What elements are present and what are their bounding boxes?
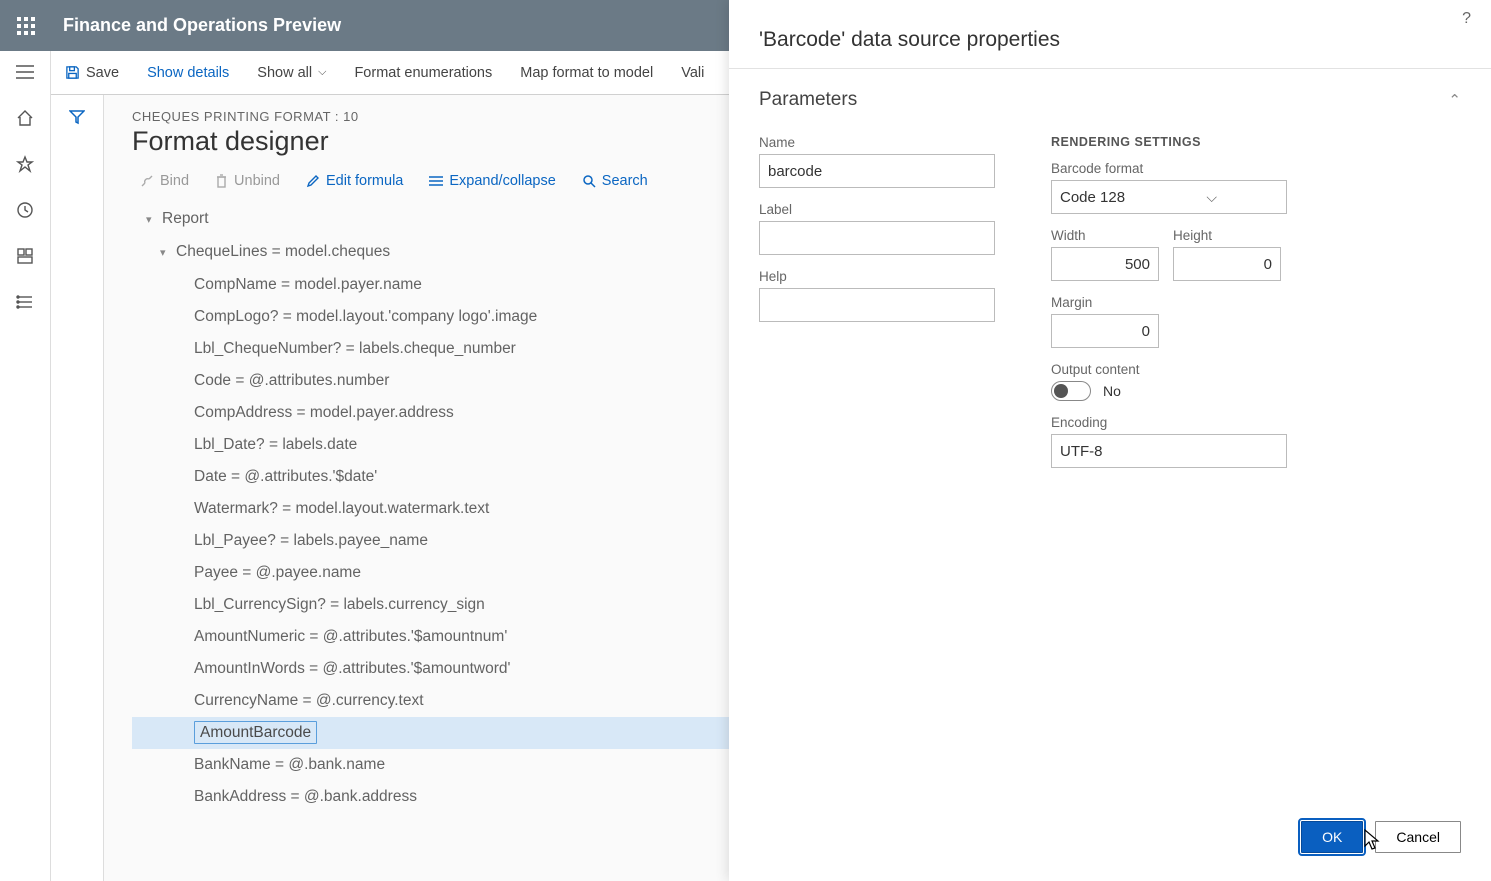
rendering-settings-heading: RENDERING SETTINGS — [1051, 135, 1281, 149]
bind-label: Bind — [160, 173, 189, 189]
edit-formula-button[interactable]: Edit formula — [306, 173, 403, 189]
edit-formula-label: Edit formula — [326, 173, 403, 189]
parameters-label: Parameters — [759, 89, 857, 111]
barcode-format-select[interactable] — [1051, 180, 1287, 214]
recent-icon[interactable] — [14, 199, 36, 221]
parameters-section-header[interactable]: Parameters ⌃ — [729, 69, 1491, 119]
output-content-value: No — [1103, 383, 1121, 399]
left-nav-rail — [0, 51, 51, 881]
output-content-label: Output content — [1051, 362, 1281, 377]
chevron-down-icon: ⌵ — [318, 66, 326, 79]
unbind-label: Unbind — [234, 173, 280, 189]
height-input[interactable] — [1173, 247, 1281, 281]
bind-button[interactable]: Bind — [140, 173, 189, 189]
chevron-up-icon: ⌃ — [1448, 91, 1461, 109]
save-button[interactable]: Save — [65, 65, 119, 81]
format-enumerations-button[interactable]: Format enumerations — [354, 65, 492, 81]
properties-panel: ? 'Barcode' data source properties Param… — [729, 0, 1491, 881]
show-details-button[interactable]: Show details — [147, 65, 229, 81]
output-content-toggle[interactable] — [1051, 381, 1091, 401]
name-input[interactable] — [759, 154, 995, 188]
validate-button[interactable]: Vali — [681, 65, 704, 81]
margin-label: Margin — [1051, 295, 1281, 310]
show-all-label: Show all — [257, 65, 312, 81]
show-all-button[interactable]: Show all ⌵ — [257, 65, 326, 81]
margin-input[interactable] — [1051, 314, 1159, 348]
tree-search-button[interactable]: Search — [582, 173, 648, 189]
favorites-icon[interactable] — [14, 153, 36, 175]
encoding-label: Encoding — [1051, 415, 1281, 430]
width-label: Width — [1051, 228, 1159, 243]
label-input[interactable] — [759, 221, 995, 255]
help-input[interactable] — [759, 288, 995, 322]
width-input[interactable] — [1051, 247, 1159, 281]
panel-title: 'Barcode' data source properties — [729, 0, 1491, 69]
map-format-button[interactable]: Map format to model — [520, 65, 653, 81]
hamburger-icon[interactable] — [14, 61, 36, 83]
height-label: Height — [1173, 228, 1281, 243]
label-label: Label — [759, 202, 995, 217]
filter-icon[interactable] — [69, 109, 85, 881]
cancel-button[interactable]: Cancel — [1375, 821, 1461, 853]
unbind-button[interactable]: Unbind — [215, 173, 280, 189]
filter-column — [51, 95, 104, 881]
ok-button[interactable]: OK — [1301, 821, 1363, 853]
help-label: Help — [759, 269, 995, 284]
save-label: Save — [86, 65, 119, 81]
expand-collapse-label: Expand/collapse — [449, 173, 555, 189]
encoding-input[interactable] — [1051, 434, 1287, 468]
app-title: Finance and Operations Preview — [63, 15, 341, 36]
barcode-format-label: Barcode format — [1051, 161, 1281, 176]
modules-icon[interactable] — [14, 291, 36, 313]
name-label: Name — [759, 135, 995, 150]
expand-collapse-button[interactable]: Expand/collapse — [429, 173, 555, 189]
home-icon[interactable] — [14, 107, 36, 129]
app-launcher-icon[interactable] — [0, 0, 51, 51]
help-icon[interactable]: ? — [1462, 10, 1471, 28]
tree-search-label: Search — [602, 173, 648, 189]
workspaces-icon[interactable] — [14, 245, 36, 267]
